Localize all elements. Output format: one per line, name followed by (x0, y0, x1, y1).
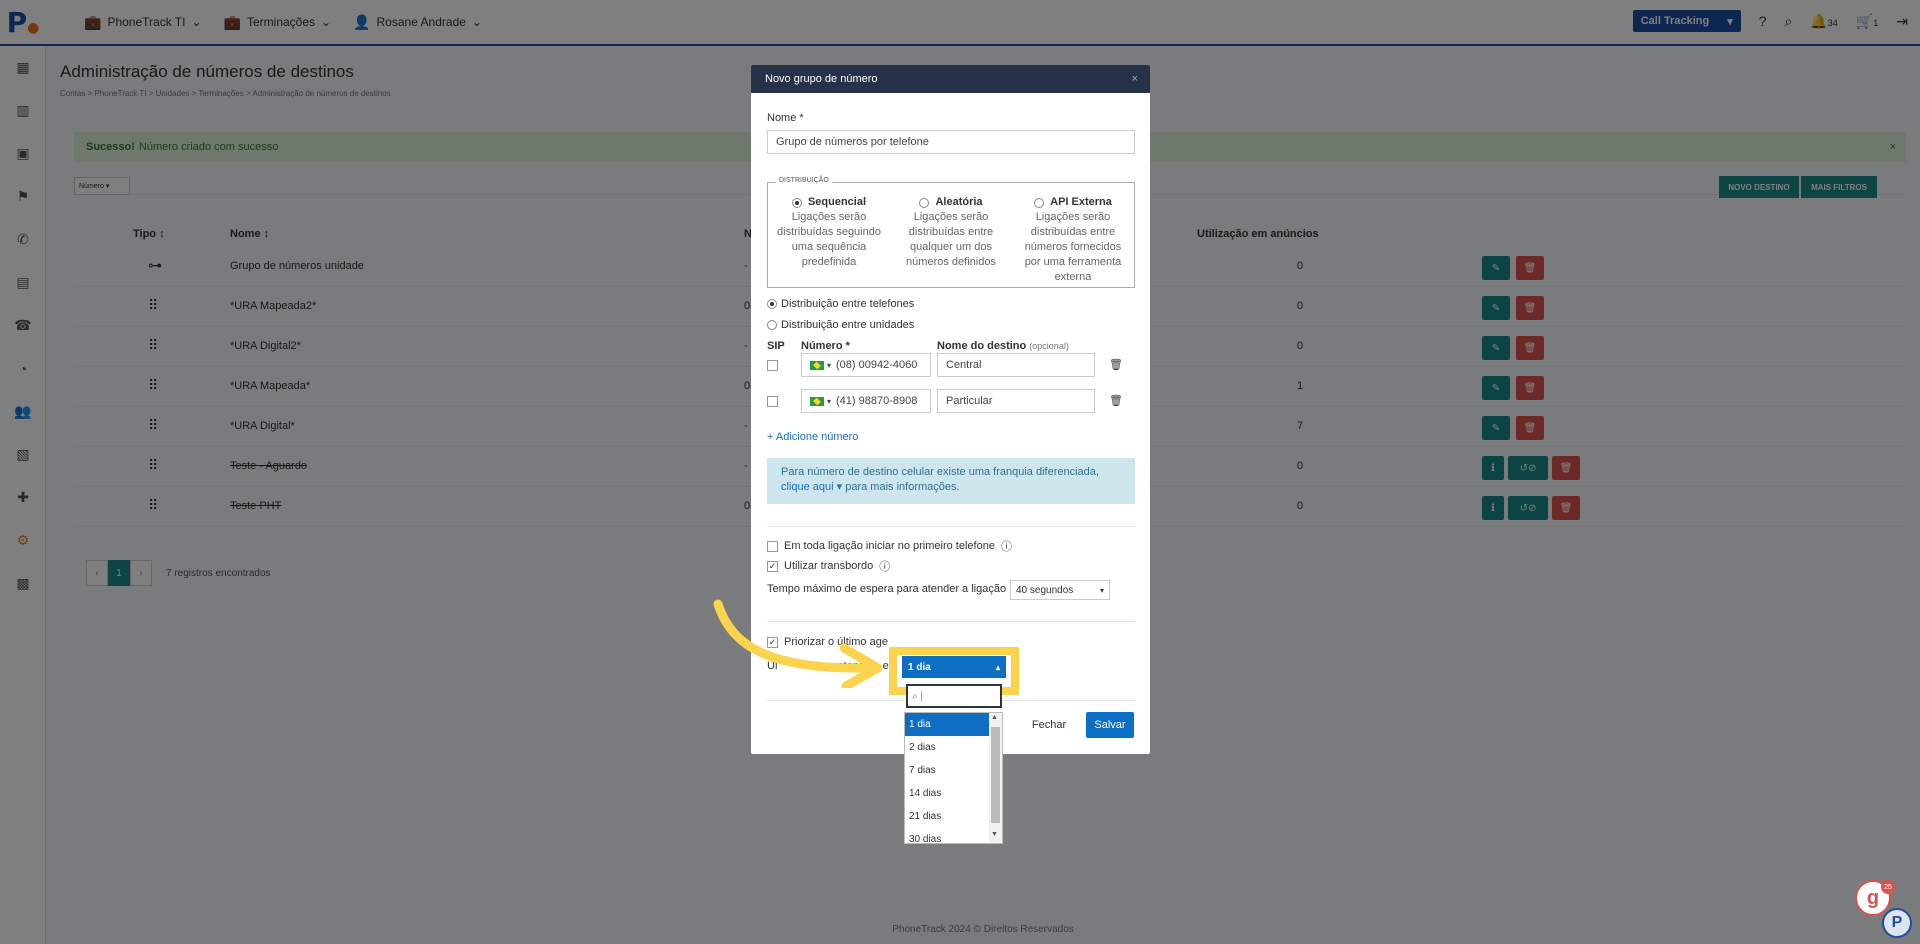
dropdown-list: 1 dia 2 dias 7 dias 14 dias 21 dias 30 d… (904, 712, 1003, 844)
help-circle-icon[interactable]: ⓘ (879, 558, 890, 574)
overflow-option[interactable]: ✓ Utilizar transbordo ⓘ (767, 558, 890, 574)
modal-header: Novo grupo de número × (751, 65, 1150, 93)
click-here-link[interactable]: clique aqui (781, 481, 834, 493)
help-circle-icon[interactable]: ⓘ (1001, 538, 1012, 554)
dropdown-option[interactable]: 21 dias (905, 805, 989, 828)
brazil-flag-icon (810, 396, 824, 406)
search-icon: ⌕ (912, 690, 918, 702)
save-button[interactable]: Salvar (1086, 712, 1134, 738)
divider (767, 526, 1135, 527)
tutorial-arrow-icon (713, 599, 883, 688)
last-attended-select[interactable]: 1 dia ▴ (902, 656, 1006, 678)
info-box: Para número de destino celular existe um… (767, 458, 1135, 504)
dist-units-option[interactable]: Distribuição entre unidades (767, 319, 914, 331)
overflow-checkbox[interactable]: ✓ (767, 560, 778, 572)
scroll-down-icon[interactable]: ▼ (991, 831, 998, 838)
max-wait-select[interactable]: 40 segundos ▾ (1010, 580, 1110, 600)
name-input[interactable]: Grupo de números por telefone (767, 130, 1135, 154)
phone-input[interactable]: ▾ (08) 00942-4060 (801, 353, 931, 377)
col-number: Número * (801, 340, 850, 352)
sip-checkbox[interactable] (767, 396, 778, 407)
max-wait-label: Tempo máximo de espera para atender a li… (767, 583, 1007, 595)
first-phone-option[interactable]: Em toda ligação iniciar no primeiro tele… (767, 538, 1012, 554)
name-label: Nome * (767, 112, 804, 124)
col-sip: SIP (767, 340, 785, 352)
first-phone-checkbox[interactable] (767, 540, 778, 552)
option-api-externa[interactable]: API Externa Ligações serão distribuídas … (1018, 195, 1128, 285)
dropdown-search-input[interactable]: ⌕ | (906, 684, 1002, 708)
dropdown-option[interactable]: 14 dias (905, 782, 989, 805)
help-badge: 25 (1881, 880, 1895, 894)
radio-dist-phones[interactable] (767, 299, 777, 309)
radio-api-externa[interactable] (1034, 197, 1045, 208)
caret-up-icon: ▴ (995, 662, 1000, 672)
option-aleatoria[interactable]: Aleatória Ligações serão distribuídas en… (896, 195, 1006, 270)
dropdown-option[interactable]: 1 dia (905, 713, 989, 736)
option-sequencial[interactable]: Sequencial Ligações serão distribuídas s… (774, 195, 884, 270)
distribution-fieldset: DISTRIBUIÇÃO Sequencial Ligações serão d… (767, 177, 1135, 288)
add-number-link[interactable]: + Adicione número (767, 431, 858, 443)
dest-name-input[interactable]: Central (937, 353, 1095, 377)
dropdown-option[interactable]: 7 dias (905, 759, 989, 782)
caret-down-icon: ▾ (827, 396, 832, 406)
dest-name-input[interactable]: Particular (937, 389, 1095, 413)
brazil-flag-icon (810, 360, 824, 370)
dropdown-option[interactable]: 30 dias (905, 828, 989, 843)
caret-down-icon: ▾ (1099, 585, 1104, 595)
phone-input[interactable]: ▾ (41) 98870-8908 (801, 389, 931, 413)
col-dest: Nome do destino (opcional) (937, 340, 1069, 352)
scroll-thumb[interactable] (991, 727, 1000, 823)
radio-dist-units[interactable] (767, 320, 777, 330)
dropdown-option[interactable]: 2 dias (905, 736, 989, 759)
close-icon[interactable]: × (1132, 73, 1138, 85)
caret-down-icon: ▾ (827, 360, 832, 370)
close-button[interactable]: Fechar (1026, 712, 1072, 738)
sip-checkbox[interactable] (767, 360, 778, 371)
dropdown-scrollbar[interactable]: ▲ ▼ (989, 713, 1002, 843)
radio-aleatoria[interactable] (919, 197, 930, 208)
chat-widget-button[interactable]: P (1882, 908, 1912, 938)
trash-icon[interactable]: 🗑 (1109, 394, 1123, 407)
scroll-up-icon[interactable]: ▲ (991, 714, 998, 721)
radio-sequencial[interactable] (791, 197, 802, 208)
trash-icon[interactable]: 🗑 (1109, 358, 1123, 371)
dist-phones-option[interactable]: Distribuição entre telefones (767, 298, 914, 310)
